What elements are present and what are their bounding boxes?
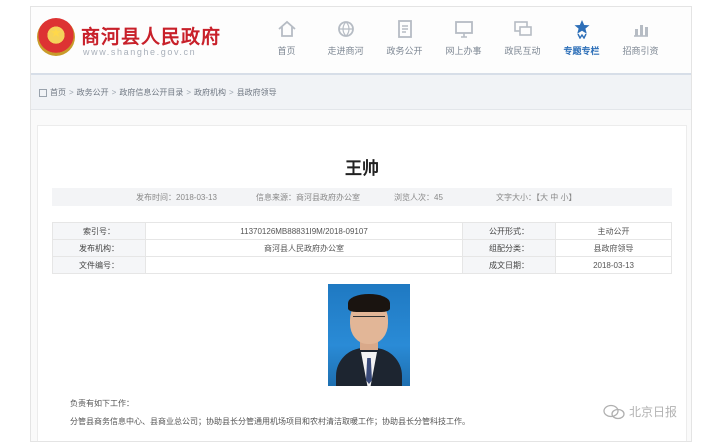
duties-text: 分管县商务信息中心、县商业总公司；协助县长分管通用机场项目和农村清洁取暖工作；协… — [70, 417, 470, 426]
publish-date: 发布时间：2018-03-13 — [136, 193, 217, 202]
label-document-number: 文件编号： — [52, 256, 146, 274]
nav-item-investment[interactable]: 招商引资 — [611, 15, 670, 67]
watermark-text: 北京日报 — [629, 405, 678, 419]
breadcrumb-info-directory[interactable]: 政府信息公开目录 — [119, 87, 183, 98]
home-icon — [39, 88, 47, 97]
value-category: 县政府领导 — [555, 239, 672, 257]
nav-label: 政务公开 — [386, 46, 423, 56]
browser-page: 商河县人民政府 www.shanghe.gov.cn 首页 走进商河 政务公开 … — [30, 6, 692, 442]
nav-item-interaction[interactable]: 政民互动 — [493, 15, 552, 67]
nav-label: 网上办事 — [445, 46, 482, 56]
breadcrumb: 首页 > 政务公开 > 政府信息公开目录 > 政府机构 > 县政府领导 — [39, 87, 277, 98]
value-publisher: 商河县人民政府办公室 — [144, 239, 464, 257]
table-row: 发布机构： 商河县人民政府办公室 组配分类： 县政府领导 — [52, 239, 672, 257]
globe-icon — [337, 21, 354, 37]
label-disclosure-form: 公开形式： — [462, 222, 557, 240]
document-icon — [397, 20, 412, 38]
value-written-date: 2018-03-13 — [555, 256, 672, 274]
table-row: 文件编号： 成文日期： 2018-03-13 — [52, 256, 672, 274]
breadcrumb-home[interactable]: 首页 — [50, 87, 66, 98]
breadcrumb-gov-agencies[interactable]: 政府机构 — [194, 87, 226, 98]
ribbon-star-icon — [574, 20, 589, 39]
value-index-number: 11370126MB88831I9M/2018-09107 — [144, 222, 464, 240]
label-written-date: 成文日期： — [462, 256, 557, 274]
watermark: 北京日报 — [603, 403, 677, 420]
nav-item-special-topics[interactable]: 专题专栏 — [552, 15, 611, 67]
article-content: 王帅 发布时间：2018-03-13 信息来源：商河县政府办公室 浏览人次：45… — [37, 125, 687, 441]
view-count: 浏览人次：45 — [394, 193, 443, 202]
info-source: 信息来源：商河县政府办公室 — [256, 193, 360, 202]
monitor-icon — [454, 21, 473, 38]
site-title[interactable]: 商河县人民政府 — [81, 22, 221, 49]
duties-heading: 负责有如下工作： — [70, 399, 134, 408]
site-header: 商河县人民政府 www.shanghe.gov.cn 首页 走进商河 政务公开 … — [31, 7, 691, 75]
label-category: 组配分类： — [462, 239, 557, 257]
nav-label: 政民互动 — [504, 46, 541, 56]
bar-chart-icon — [633, 25, 648, 37]
font-size-control[interactable]: 文字大小：【大 中 小】 — [496, 192, 576, 203]
home-icon — [277, 20, 296, 37]
nav-label: 走进商河 — [327, 46, 364, 56]
breadcrumb-bar: 首页 > 政务公开 > 政府信息公开目录 > 政府机构 > 县政府领导 — [31, 75, 691, 110]
nav-label: 招商引资 — [622, 46, 659, 56]
nav-item-online-services[interactable]: 网上办事 — [434, 15, 493, 67]
breadcrumb-public-affairs[interactable]: 政务公开 — [77, 87, 109, 98]
nav-item-about[interactable]: 走进商河 — [316, 15, 375, 67]
chat-icon — [513, 21, 532, 36]
label-publisher: 发布机构： — [52, 239, 146, 257]
value-disclosure-form: 主动公开 — [555, 222, 672, 240]
wechat-icon — [603, 404, 625, 419]
nav-label: 首页 — [277, 46, 296, 56]
nav-item-public-affairs[interactable]: 政务公开 — [375, 15, 434, 67]
site-url: www.shanghe.gov.cn — [83, 47, 197, 57]
main-nav: 首页 走进商河 政务公开 网上办事 政民互动 专题专栏 招商引资 — [257, 15, 670, 67]
document-info-table: 索引号： 11370126MB88831I9M/2018-09107 公开形式：… — [52, 222, 672, 274]
table-row: 索引号： 11370126MB88831I9M/2018-09107 公开形式：… — [52, 222, 672, 240]
article-meta: 发布时间：2018-03-13 信息来源：商河县政府办公室 浏览人次：45 文字… — [52, 188, 672, 206]
national-emblem-icon — [37, 18, 75, 56]
label-index-number: 索引号： — [52, 222, 146, 240]
nav-item-home[interactable]: 首页 — [257, 15, 316, 67]
page-title: 王帅 — [345, 159, 379, 178]
value-document-number — [144, 256, 464, 274]
portrait-photo — [328, 284, 410, 386]
breadcrumb-county-leaders[interactable]: 县政府领导 — [237, 87, 277, 98]
nav-label: 专题专栏 — [563, 46, 600, 56]
